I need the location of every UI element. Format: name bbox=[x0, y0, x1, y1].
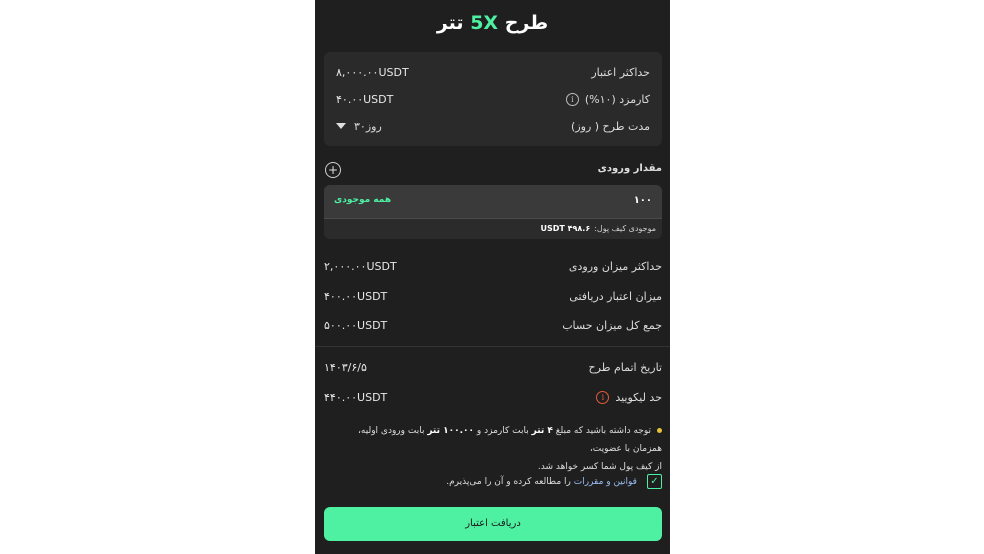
end-date-value: ۱۴۰۳/۶/۵ bbox=[324, 360, 367, 374]
amount-box: ۱۰۰ همه موجودی موجودی کیف پول: ۴۹۸.۶ USD… bbox=[324, 185, 662, 239]
notice-text: توجه داشته باشید که مبلغ ۴ تتر بابت کارم… bbox=[327, 422, 662, 476]
wallet-balance: موجودی کیف پول: ۴۹۸.۶ USDT bbox=[540, 224, 656, 233]
title-prefix: طرح bbox=[504, 12, 549, 34]
get-credit-button[interactable]: دریافت اعتبار bbox=[324, 507, 662, 541]
bullet-icon bbox=[657, 428, 662, 433]
liquid-label: حد لیکویید bbox=[615, 390, 662, 404]
wallet-label: موجودی کیف پول: bbox=[594, 224, 656, 233]
end-date-row: ۱۴۰۳/۶/۵ تاریخ اتمام طرح bbox=[324, 358, 662, 376]
fee-label-group: کارمزد (۱۰%) i bbox=[565, 92, 650, 106]
terms-text: قوانین و مقررات را مطالعه کرده و آن را م… bbox=[446, 477, 637, 487]
terms-label: را مطالعه کرده و آن را می‌پذیرم. bbox=[446, 476, 571, 487]
total-account-row: ۵۰۰.۰۰USDT جمع کل میزان حساب bbox=[324, 316, 662, 334]
note-fee: ۴ تتر bbox=[531, 426, 553, 436]
max-input-value: ۲,۰۰۰.۰۰USDT bbox=[324, 259, 397, 273]
divider bbox=[315, 346, 670, 347]
duration-value: ۳۰روز bbox=[354, 119, 382, 133]
max-credit-row: ۸,۰۰۰.۰۰USDT حداکثر اعتبار bbox=[336, 62, 650, 82]
page-title: طرح 5X تتر bbox=[315, 12, 670, 34]
terms-checkbox[interactable]: ✓ bbox=[647, 474, 662, 489]
liquid-row: ۴۴۰.۰۰USDT حد لیکویید i bbox=[324, 388, 662, 406]
liquid-label-group: حد لیکویید i bbox=[596, 390, 662, 404]
duration-label: مدت طرح ( روز) bbox=[571, 119, 650, 133]
fee-row: ۴۰.۰۰USDT کارمزد (۱۰%) i bbox=[336, 89, 650, 109]
all-balance-button[interactable]: همه موجودی bbox=[334, 195, 391, 205]
received-credit-label: میزان اعتبار دریافتی bbox=[569, 289, 662, 303]
max-credit-label: حداکثر اعتبار bbox=[591, 65, 650, 79]
add-button[interactable]: + bbox=[325, 162, 341, 178]
terms-agreement: ✓ قوانین و مقررات را مطالعه کرده و آن را… bbox=[446, 474, 662, 489]
fee-label: کارمزد (۱۰%) bbox=[584, 92, 650, 106]
fee-value: ۴۰.۰۰USDT bbox=[336, 92, 394, 106]
liquid-value: ۴۴۰.۰۰USDT bbox=[324, 390, 388, 404]
note-part2: بابت کارمزد و bbox=[476, 426, 529, 436]
note-part1: توجه داشته باشید که مبلغ bbox=[555, 426, 651, 436]
plan-panel: طرح 5X تتر ۸,۰۰۰.۰۰USDT حداکثر اعتبار ۴۰… bbox=[315, 0, 670, 554]
input-amount-label: مقدار ورودی bbox=[597, 163, 662, 174]
total-account-label: جمع کل میزان حساب bbox=[562, 318, 662, 332]
max-credit-value: ۸,۰۰۰.۰۰USDT bbox=[336, 65, 409, 79]
total-account-value: ۵۰۰.۰۰USDT bbox=[324, 318, 388, 332]
info-icon[interactable]: i bbox=[565, 92, 579, 106]
plan-summary-card: ۸,۰۰۰.۰۰USDT حداکثر اعتبار ۴۰.۰۰USDT کار… bbox=[324, 52, 662, 146]
note-input: ۱۰۰.۰۰ تتر bbox=[427, 426, 475, 436]
note-line2: از کیف پول شما کسر خواهد شد. bbox=[537, 462, 662, 472]
max-input-row: ۲,۰۰۰.۰۰USDT حداکثر میزان ورودی bbox=[324, 257, 662, 275]
duration-select[interactable]: ۳۰روز bbox=[336, 120, 382, 133]
warning-icon[interactable]: i bbox=[596, 390, 610, 404]
duration-row: ۳۰روز مدت طرح ( روز) bbox=[336, 116, 650, 136]
max-input-label: حداکثر میزان ورودی bbox=[568, 259, 662, 273]
terms-link[interactable]: قوانین و مقررات bbox=[574, 477, 637, 487]
chevron-down-icon bbox=[336, 123, 346, 129]
wallet-value: ۴۹۸.۶ USDT bbox=[540, 224, 591, 233]
amount-input[interactable]: ۱۰۰ همه موجودی bbox=[324, 185, 662, 219]
end-date-label: تاریخ اتمام طرح bbox=[588, 360, 662, 374]
title-suffix: تتر bbox=[436, 12, 464, 34]
title-accent: 5X bbox=[470, 12, 499, 34]
amount-value: ۱۰۰ bbox=[633, 195, 652, 206]
received-credit-row: ۴۰۰.۰۰USDT میزان اعتبار دریافتی bbox=[324, 287, 662, 305]
received-credit-value: ۴۰۰.۰۰USDT bbox=[324, 289, 388, 303]
